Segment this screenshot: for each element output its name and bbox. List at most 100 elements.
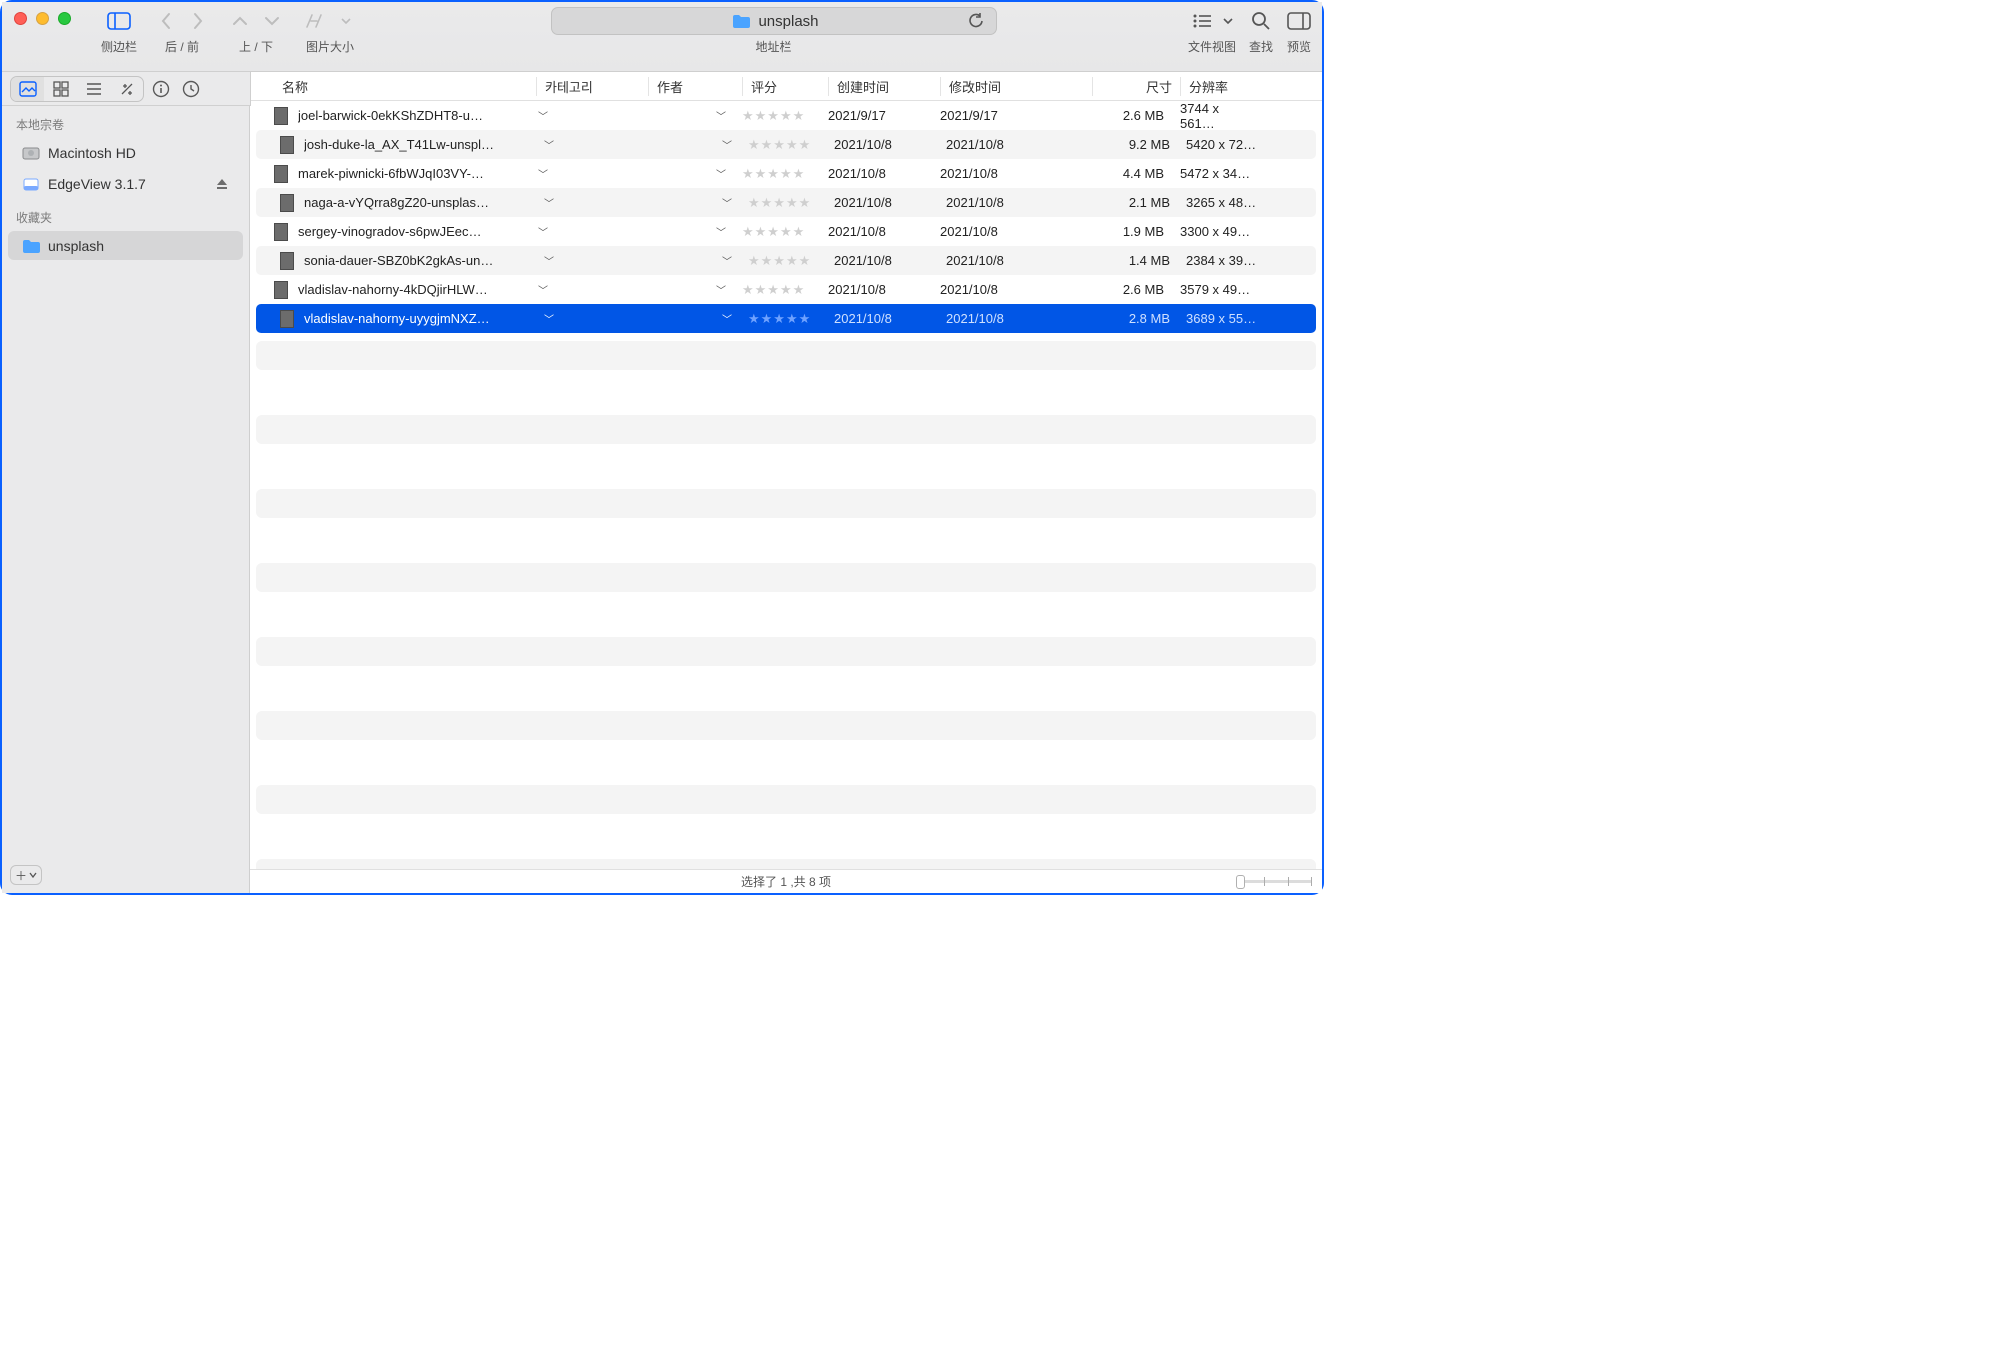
table-row[interactable]: naga-a-vYQrra8gZ20-unsplas…﹀﹀★★★★★2021/1… [256, 188, 1316, 217]
file-name: vladislav-nahorny-uyygjmNXZ… [304, 311, 536, 326]
modified-date: 2021/10/8 [938, 253, 1090, 268]
file-size: 1.9 MB [1084, 224, 1172, 239]
table-row[interactable]: josh-duke-la_AX_T41Lw-unspl…﹀﹀★★★★★2021/… [256, 130, 1316, 159]
sidebar-label: 侧边栏 [101, 38, 137, 55]
zoom-slider[interactable] [1240, 880, 1312, 883]
column-header-author[interactable]: 作者 [648, 77, 742, 96]
created-date: 2021/10/8 [826, 137, 938, 152]
file-resolution: 3579 x 49… [1172, 282, 1264, 297]
chevron-down-icon[interactable]: ﹀ [544, 315, 554, 326]
sidebar-item-unsplash[interactable]: unsplash [8, 231, 243, 260]
file-thumbnail [274, 281, 288, 299]
minimize-window-button[interactable] [36, 12, 49, 25]
created-date: 2021/10/8 [820, 166, 932, 181]
column-header-size[interactable]: 尺寸 [1092, 77, 1180, 96]
sidebar-item-edgeview[interactable]: EdgeView 3.1.7 [8, 169, 243, 198]
table-row[interactable]: sonia-dauer-SBZ0bK2gkAs-un…﹀﹀★★★★★2021/1… [256, 246, 1316, 275]
file-name: marek-piwnicki-6fbWJqI03VY-… [298, 166, 530, 181]
chevron-down-icon[interactable]: ﹀ [722, 257, 732, 268]
column-header-modified[interactable]: 修改时间 [940, 77, 1092, 96]
column-header-created[interactable]: 创建时间 [828, 77, 940, 96]
chevron-down-icon[interactable]: ﹀ [716, 286, 726, 297]
file-name: vladislav-nahorny-4kDQjirHLW… [298, 282, 530, 297]
ribbon-thumb-view-button[interactable] [11, 77, 44, 101]
address-bar[interactable]: unsplash [551, 7, 997, 35]
empty-row [256, 341, 1316, 370]
column-header-rating[interactable]: 评分 [742, 77, 828, 96]
chevron-down-icon[interactable]: ﹀ [716, 228, 726, 239]
chevron-down-icon[interactable]: ﹀ [544, 199, 554, 210]
eject-icon[interactable] [215, 177, 229, 191]
table-row[interactable]: vladislav-nahorny-uyygjmNXZ…﹀﹀★★★★★2021/… [256, 304, 1316, 333]
file-view-button[interactable] [1189, 9, 1215, 33]
empty-row [256, 748, 1316, 777]
search-button[interactable] [1248, 9, 1274, 33]
file-resolution: 3689 x 55… [1178, 311, 1270, 326]
chevron-down-icon[interactable]: ﹀ [722, 199, 732, 210]
toggle-preview-button[interactable] [1286, 9, 1312, 33]
file-list[interactable]: joel-barwick-0ekKShZDHT8-u…﹀﹀★★★★★2021/9… [250, 101, 1322, 869]
nav-back-button[interactable] [153, 9, 179, 33]
chevron-down-icon[interactable]: ﹀ [722, 141, 732, 152]
table-row[interactable]: vladislav-nahorny-4kDQjirHLW…﹀﹀★★★★★2021… [250, 275, 1322, 304]
sidebar-item-macintosh-hd[interactable]: Macintosh HD [8, 138, 243, 167]
file-thumbnail [274, 107, 288, 125]
sidebar-add-button[interactable]: ＋ [10, 865, 42, 885]
rating-stars[interactable]: ★★★★★ [740, 195, 826, 211]
zoom-window-button[interactable] [58, 12, 71, 25]
empty-row [256, 822, 1316, 851]
empty-row [256, 674, 1316, 703]
ribbon-effects-button[interactable] [110, 77, 143, 101]
empty-row [256, 785, 1316, 814]
empty-row [256, 415, 1316, 444]
table-row[interactable]: sergey-vinogradov-s6pwJEec…﹀﹀★★★★★2021/1… [250, 217, 1322, 246]
file-view-menu-button[interactable] [1221, 9, 1235, 33]
column-header-category[interactable]: 카테고리 [536, 77, 648, 96]
folder-icon [732, 14, 750, 28]
chevron-down-icon[interactable]: ﹀ [544, 141, 554, 152]
file-size: 4.4 MB [1084, 166, 1172, 181]
column-header-name[interactable]: 名称 [274, 77, 536, 96]
sidebar-ribbon [2, 72, 251, 106]
rating-stars[interactable]: ★★★★★ [734, 166, 820, 182]
ribbon-grid-view-button[interactable] [44, 77, 77, 101]
toggle-sidebar-button[interactable] [106, 9, 132, 33]
ribbon-history-button[interactable] [178, 77, 204, 101]
chevron-down-icon[interactable]: ﹀ [716, 112, 726, 123]
nav-down-button[interactable] [259, 9, 285, 33]
chevron-down-icon[interactable]: ﹀ [544, 257, 554, 268]
hdd-icon [22, 144, 40, 162]
image-size-button[interactable] [301, 9, 327, 33]
image-size-menu-button[interactable] [333, 9, 359, 33]
rating-stars[interactable]: ★★★★★ [734, 108, 820, 124]
column-header-resolution[interactable]: 分辨率 [1180, 77, 1272, 96]
table-row[interactable]: joel-barwick-0ekKShZDHT8-u…﹀﹀★★★★★2021/9… [250, 101, 1322, 130]
chevron-down-icon[interactable]: ﹀ [722, 315, 732, 326]
file-thumbnail [274, 223, 288, 241]
rating-stars[interactable]: ★★★★★ [734, 282, 820, 298]
chevron-down-icon[interactable]: ﹀ [538, 228, 548, 239]
created-date: 2021/10/8 [826, 195, 938, 210]
nav-up-button[interactable] [227, 9, 253, 33]
nav-forward-button[interactable] [185, 9, 211, 33]
chevron-down-icon[interactable]: ﹀ [538, 112, 548, 123]
file-size: 1.4 MB [1090, 253, 1178, 268]
rating-stars[interactable]: ★★★★★ [740, 253, 826, 269]
refresh-button[interactable] [968, 12, 986, 30]
ribbon-info-button[interactable] [148, 77, 174, 101]
modified-date: 2021/10/8 [938, 195, 1090, 210]
table-row[interactable]: marek-piwnicki-6fbWJqI03VY-… ﹀ ﹀ ★★★★★2021/… [250, 159, 1322, 188]
empty-row [256, 600, 1316, 629]
close-window-button[interactable] [14, 12, 27, 25]
chevron-down-icon[interactable]: ﹀ [716, 170, 726, 181]
file-size: 2.6 MB [1084, 282, 1172, 297]
ribbon-list-view-button[interactable] [77, 77, 110, 101]
sidebar-item-label: EdgeView 3.1.7 [48, 176, 146, 192]
rating-stars[interactable]: ★★★★★ [740, 137, 826, 153]
rating-stars[interactable]: ★★★★★ [740, 311, 826, 327]
rating-stars[interactable]: ★★★★★ [734, 224, 820, 240]
file-thumbnail [280, 136, 294, 154]
file-resolution: 2384 x 39… [1178, 253, 1270, 268]
chevron-down-icon[interactable]: ﹀ [538, 170, 548, 181]
chevron-down-icon[interactable]: ﹀ [538, 286, 548, 297]
